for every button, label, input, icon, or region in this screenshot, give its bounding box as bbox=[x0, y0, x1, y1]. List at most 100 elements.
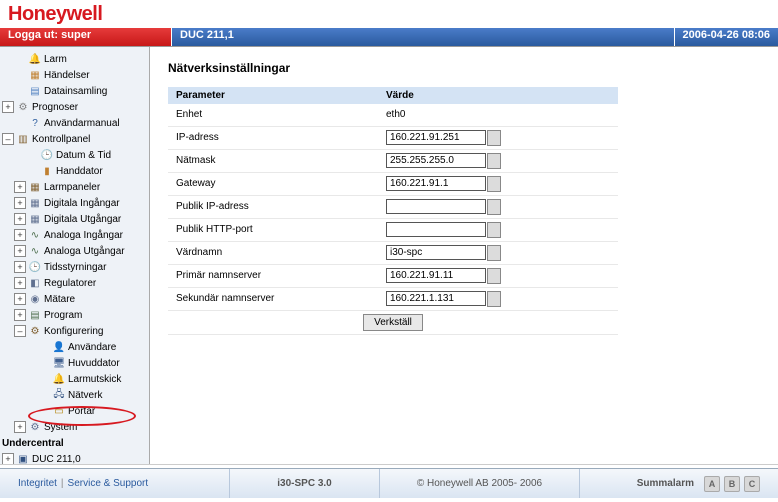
row-publik-ip: Publik IP-adress bbox=[168, 195, 618, 218]
sidebar-item-dig-in[interactable]: +▦Digitala Ingångar bbox=[2, 195, 147, 211]
port-icon: ▭ bbox=[52, 405, 66, 417]
sidebar-item-anvandare[interactable]: 👤Användare bbox=[2, 339, 147, 355]
header-bar: Logga ut: super DUC 211,1 2006-04-26 08:… bbox=[0, 28, 778, 46]
footer-link-support[interactable]: Service & Support bbox=[68, 478, 149, 489]
row-natmask: Nätmask bbox=[168, 149, 618, 172]
picker-button[interactable] bbox=[487, 291, 501, 307]
sidebar-item-larmutskick[interactable]: 🔔Larmutskick bbox=[2, 371, 147, 387]
topbar: Honeywell bbox=[0, 0, 778, 28]
logout-link[interactable]: Logga ut: super bbox=[0, 28, 172, 46]
sidebar-item-handdator[interactable]: ▮Handdator bbox=[2, 163, 147, 179]
sidebar: 🔔Larm ▦Händelser ▤Datainsamling +⚙Progno… bbox=[0, 47, 150, 464]
sidebar-item-system[interactable]: +⚙System bbox=[2, 419, 147, 435]
sidebar-item-datum-tid[interactable]: 🕒Datum & Tid bbox=[2, 147, 147, 163]
picker-button[interactable] bbox=[487, 130, 501, 146]
sidebar-item-handelser[interactable]: ▦Händelser bbox=[2, 67, 147, 83]
row-sekundar: Sekundär namnserver bbox=[168, 287, 618, 310]
sidebar-item-prognoser[interactable]: +⚙Prognoser bbox=[2, 99, 147, 115]
expand-icon[interactable]: + bbox=[14, 197, 26, 209]
sidebar-heading-undercentral: Undercentral bbox=[2, 435, 147, 451]
alarm-badge-b[interactable]: B bbox=[724, 476, 740, 492]
input-ip[interactable] bbox=[386, 130, 486, 145]
row-gateway: Gateway bbox=[168, 172, 618, 195]
input-publik-ip[interactable] bbox=[386, 199, 486, 214]
sidebar-item-matare[interactable]: +◉Mätare bbox=[2, 291, 147, 307]
expand-icon[interactable]: + bbox=[2, 453, 14, 464]
expand-icon[interactable]: + bbox=[14, 181, 26, 193]
collapse-icon[interactable]: – bbox=[14, 325, 26, 337]
alarm-badge-c[interactable]: C bbox=[744, 476, 760, 492]
col-parameter: Parameter bbox=[168, 87, 378, 104]
input-gateway[interactable] bbox=[386, 176, 486, 191]
submit-button[interactable]: Verkställ bbox=[363, 314, 423, 331]
sidebar-item-regulatorer[interactable]: +◧Regulatorer bbox=[2, 275, 147, 291]
row-primar: Primär namnserver bbox=[168, 264, 618, 287]
expand-icon[interactable]: + bbox=[14, 261, 26, 273]
grid-icon: ▦ bbox=[28, 213, 42, 225]
expand-icon[interactable]: + bbox=[14, 229, 26, 241]
picker-button[interactable] bbox=[487, 153, 501, 169]
sidebar-item-anvandarmanual[interactable]: ?Användarmanual bbox=[2, 115, 147, 131]
input-publik-http[interactable] bbox=[386, 222, 486, 237]
computer-icon: 🖥 bbox=[52, 357, 66, 369]
expand-icon[interactable]: + bbox=[14, 245, 26, 257]
col-value: Värde bbox=[378, 87, 618, 104]
footer-link-integritet[interactable]: Integritet bbox=[18, 478, 57, 489]
sidebar-item-huvuddator[interactable]: 🖥Huvuddator bbox=[2, 355, 147, 371]
expand-icon[interactable]: + bbox=[14, 277, 26, 289]
sidebar-item-larm[interactable]: 🔔Larm bbox=[2, 51, 147, 67]
sidebar-item-dig-ut[interactable]: +▦Digitala Utgångar bbox=[2, 211, 147, 227]
sidebar-item-portar[interactable]: ▭Portar bbox=[2, 403, 147, 419]
row-ip: IP-adress bbox=[168, 126, 618, 149]
clock-icon: 🕒 bbox=[40, 149, 54, 161]
sidebar-item-kontrollpanel[interactable]: –▥Kontrollpanel bbox=[2, 131, 147, 147]
duc-icon: ▣ bbox=[16, 453, 30, 464]
system-icon: ⚙ bbox=[28, 421, 42, 433]
regulator-icon: ◧ bbox=[28, 277, 42, 289]
sidebar-item-ana-ut[interactable]: +∿Analoga Utgångar bbox=[2, 243, 147, 259]
sidebar-item-datainsamling[interactable]: ▤Datainsamling bbox=[2, 83, 147, 99]
sidebar-item-program[interactable]: +▤Program bbox=[2, 307, 147, 323]
wave-icon: ∿ bbox=[28, 245, 42, 257]
footer-copyright: © Honeywell AB 2005- 2006 bbox=[380, 469, 580, 498]
sidebar-item-tidsstyrningar[interactable]: +🕒Tidsstyrningar bbox=[2, 259, 147, 275]
user-icon: 👤 bbox=[52, 341, 66, 353]
sidebar-item-duc[interactable]: +▣DUC 211,0 bbox=[2, 451, 147, 464]
row-vardnamn: Värdnamn bbox=[168, 241, 618, 264]
expand-icon[interactable]: + bbox=[14, 293, 26, 305]
footer-product: i30-SPC 3.0 bbox=[230, 469, 380, 498]
wave-icon: ∿ bbox=[28, 229, 42, 241]
picker-button[interactable] bbox=[487, 245, 501, 261]
sidebar-item-natverk[interactable]: 🖧Nätverk bbox=[2, 387, 147, 403]
input-natmask[interactable] bbox=[386, 153, 486, 168]
page-icon: ▤ bbox=[28, 85, 42, 97]
picker-button[interactable] bbox=[487, 222, 501, 238]
brand-logo: Honeywell bbox=[8, 3, 102, 26]
sidebar-item-konfigurering[interactable]: –⚙Konfigurering bbox=[2, 323, 147, 339]
grid-icon: ▦ bbox=[28, 181, 42, 193]
alarm-badge-a[interactable]: A bbox=[704, 476, 720, 492]
collapse-icon[interactable]: – bbox=[2, 133, 14, 145]
row-enhet: Enhet eth0 bbox=[168, 104, 618, 126]
row-publik-http: Publik HTTP-port bbox=[168, 218, 618, 241]
input-sekundar[interactable] bbox=[386, 291, 486, 306]
value-enhet: eth0 bbox=[386, 109, 405, 120]
content-area: Nätverksinställningar Parameter Värde En… bbox=[150, 47, 778, 464]
picker-button[interactable] bbox=[487, 199, 501, 215]
input-vardnamn[interactable] bbox=[386, 245, 486, 260]
clock-icon: 🕒 bbox=[28, 261, 42, 273]
sidebar-item-ana-in[interactable]: +∿Analoga Ingångar bbox=[2, 227, 147, 243]
expand-icon[interactable]: + bbox=[14, 309, 26, 321]
expand-icon[interactable]: + bbox=[14, 421, 26, 433]
input-primar[interactable] bbox=[386, 268, 486, 283]
panel-icon: ▥ bbox=[16, 133, 30, 145]
sidebar-item-larmpaneler[interactable]: +▦Larmpaneler bbox=[2, 179, 147, 195]
content-title: Nätverksinställningar bbox=[168, 61, 760, 75]
picker-button[interactable] bbox=[487, 176, 501, 192]
expand-icon[interactable]: + bbox=[14, 213, 26, 225]
help-icon: ? bbox=[28, 117, 42, 129]
footer-summalarm: Summalarm bbox=[637, 478, 694, 489]
program-icon: ▤ bbox=[28, 309, 42, 321]
picker-button[interactable] bbox=[487, 268, 501, 284]
expand-icon[interactable]: + bbox=[2, 101, 14, 113]
